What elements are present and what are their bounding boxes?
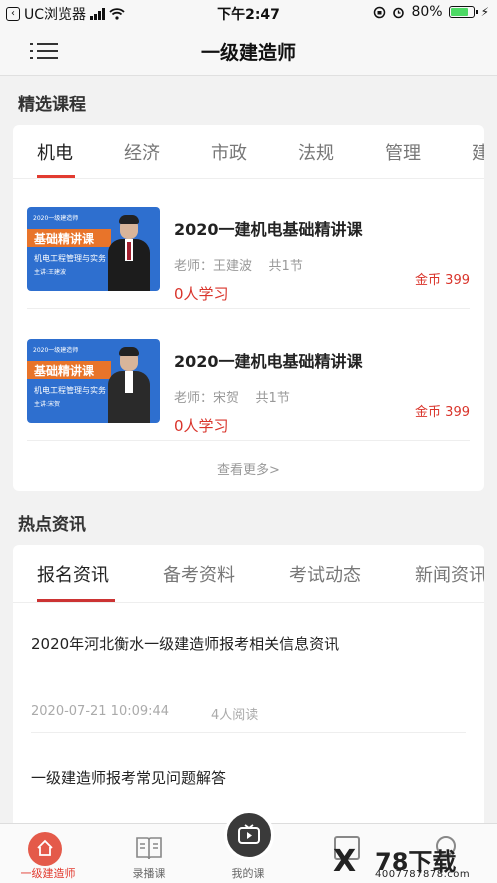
featured-courses-card: 机电 经济 市政 法规 管理 建 2020一级建造师 基础精讲课 机电工程管理与…	[13, 125, 484, 491]
hot-news-card: 报名资讯 备考资料 考试动态 新闻资讯 2020年河北衡水一级建造师报考相关信息…	[13, 545, 484, 830]
tab-shizheng[interactable]: 市政	[211, 139, 247, 165]
teacher-name: 老师：宋贺	[174, 391, 240, 406]
course-thumbnail: 2020一级建造师 基础精讲课 机电工程管理与实务 主讲:宋贺	[27, 339, 160, 423]
news-category-tabs: 报名资讯 备考资料 考试动态 新闻资讯	[13, 545, 484, 603]
tabbar-my-courses-label: 我的课	[231, 867, 265, 880]
thumb-tag: 2020一级建造师	[33, 215, 79, 222]
news-item[interactable]: 2020年河北衡水一级建造师报考相关信息资讯 2020-07-21 10:09:…	[31, 633, 466, 733]
learner-count: 0人学习	[174, 285, 229, 303]
watermark-logo: X	[333, 844, 357, 879]
tab-jian[interactable]: 建	[472, 139, 484, 165]
lesson-count: 共1节	[255, 391, 290, 406]
watermark: X 78下载 4007787878.com	[333, 842, 497, 883]
tab-exam-updates[interactable]: 考试动态	[289, 561, 361, 587]
active-tab-indicator	[37, 599, 115, 602]
course-teacher: 老师：王建波 共1节	[174, 255, 303, 274]
tabbar-home[interactable]: 一级建造师	[0, 824, 90, 883]
teacher-name: 老师：王建波	[174, 259, 253, 274]
tab-study-materials[interactable]: 备考资料	[163, 561, 235, 587]
course-title: 2020一建机电基础精讲课	[174, 220, 363, 239]
battery-icon	[448, 6, 478, 18]
featured-section-title: 精选课程	[18, 95, 86, 115]
orientation-lock-icon	[374, 6, 386, 18]
watermark-url: 4007787878.com	[375, 869, 471, 880]
lesson-count: 共1节	[268, 259, 303, 274]
news-title: 2020年河北衡水一级建造师报考相关信息资讯	[31, 635, 340, 653]
thumb-subtitle: 机电工程管理与实务	[34, 254, 106, 263]
tabbar-recorded[interactable]: 录播课	[104, 824, 194, 883]
tab-jingji[interactable]: 经济	[124, 139, 160, 165]
learner-count: 0人学习	[174, 417, 229, 435]
news-date: 2020-07-21 10:09:44	[31, 704, 170, 719]
thumb-tag: 2020一级建造师	[33, 347, 79, 354]
course-title: 2020一建机电基础精讲课	[174, 352, 363, 371]
teacher-photo	[108, 347, 150, 423]
thumb-badge: 基础精讲课	[34, 232, 95, 246]
tabbar-my-courses[interactable]: 我的课	[203, 824, 293, 883]
book-icon	[136, 837, 162, 860]
status-right: 80% ⚡	[373, 4, 489, 20]
thumb-lecturer: 主讲:宋贺	[34, 401, 61, 408]
tab-guanli[interactable]: 管理	[385, 139, 421, 165]
course-item[interactable]: 2020一级建造师 基础精讲课 机电工程管理与实务 主讲:王建波 2020一建机…	[27, 179, 470, 309]
news-title: 一级建造师报考常见问题解答	[31, 769, 227, 787]
charging-icon: ⚡	[480, 5, 489, 19]
course-teacher: 老师：宋贺 共1节	[174, 387, 290, 406]
tabbar-recorded-label: 录播课	[132, 867, 166, 880]
course-thumbnail: 2020一级建造师 基础精讲课 机电工程管理与实务 主讲:王建波	[27, 207, 160, 291]
news-read-count: 4人阅读	[211, 708, 259, 723]
battery-percent: 80%	[411, 4, 443, 20]
alarm-icon	[393, 7, 405, 18]
home-icon	[28, 832, 62, 866]
course-price: 金币 399	[415, 405, 470, 420]
hot-news-section-title: 热点资讯	[18, 515, 86, 535]
course-item[interactable]: 2020一级建造师 基础精讲课 机电工程管理与实务 主讲:宋贺 2020一建机电…	[27, 311, 470, 441]
news-item[interactable]: 一级建造师报考常见问题解答	[31, 767, 466, 788]
teacher-photo	[108, 215, 150, 291]
page-title: 一级建造师	[200, 42, 296, 64]
view-more-link[interactable]: 查看更多>	[13, 459, 484, 478]
tabbar-home-label: 一级建造师	[20, 867, 76, 880]
navigation-bar: 一级建造师	[0, 26, 497, 76]
thumb-badge: 基础精讲课	[34, 364, 95, 378]
tab-news[interactable]: 新闻资讯	[415, 561, 484, 587]
thumb-subtitle: 机电工程管理与实务	[34, 386, 106, 395]
course-price: 金币 399	[415, 273, 470, 288]
tab-registration-news[interactable]: 报名资讯	[37, 561, 109, 587]
thumb-lecturer: 主讲:王建波	[34, 269, 67, 276]
active-tab-indicator	[37, 175, 75, 178]
course-category-tabs: 机电 经济 市政 法规 管理 建	[13, 125, 484, 179]
tab-fagui[interactable]: 法规	[298, 139, 334, 165]
tab-jidian[interactable]: 机电	[37, 139, 73, 165]
status-bar: ‹ UC浏览器 下午2:47 80% ⚡	[0, 0, 497, 26]
